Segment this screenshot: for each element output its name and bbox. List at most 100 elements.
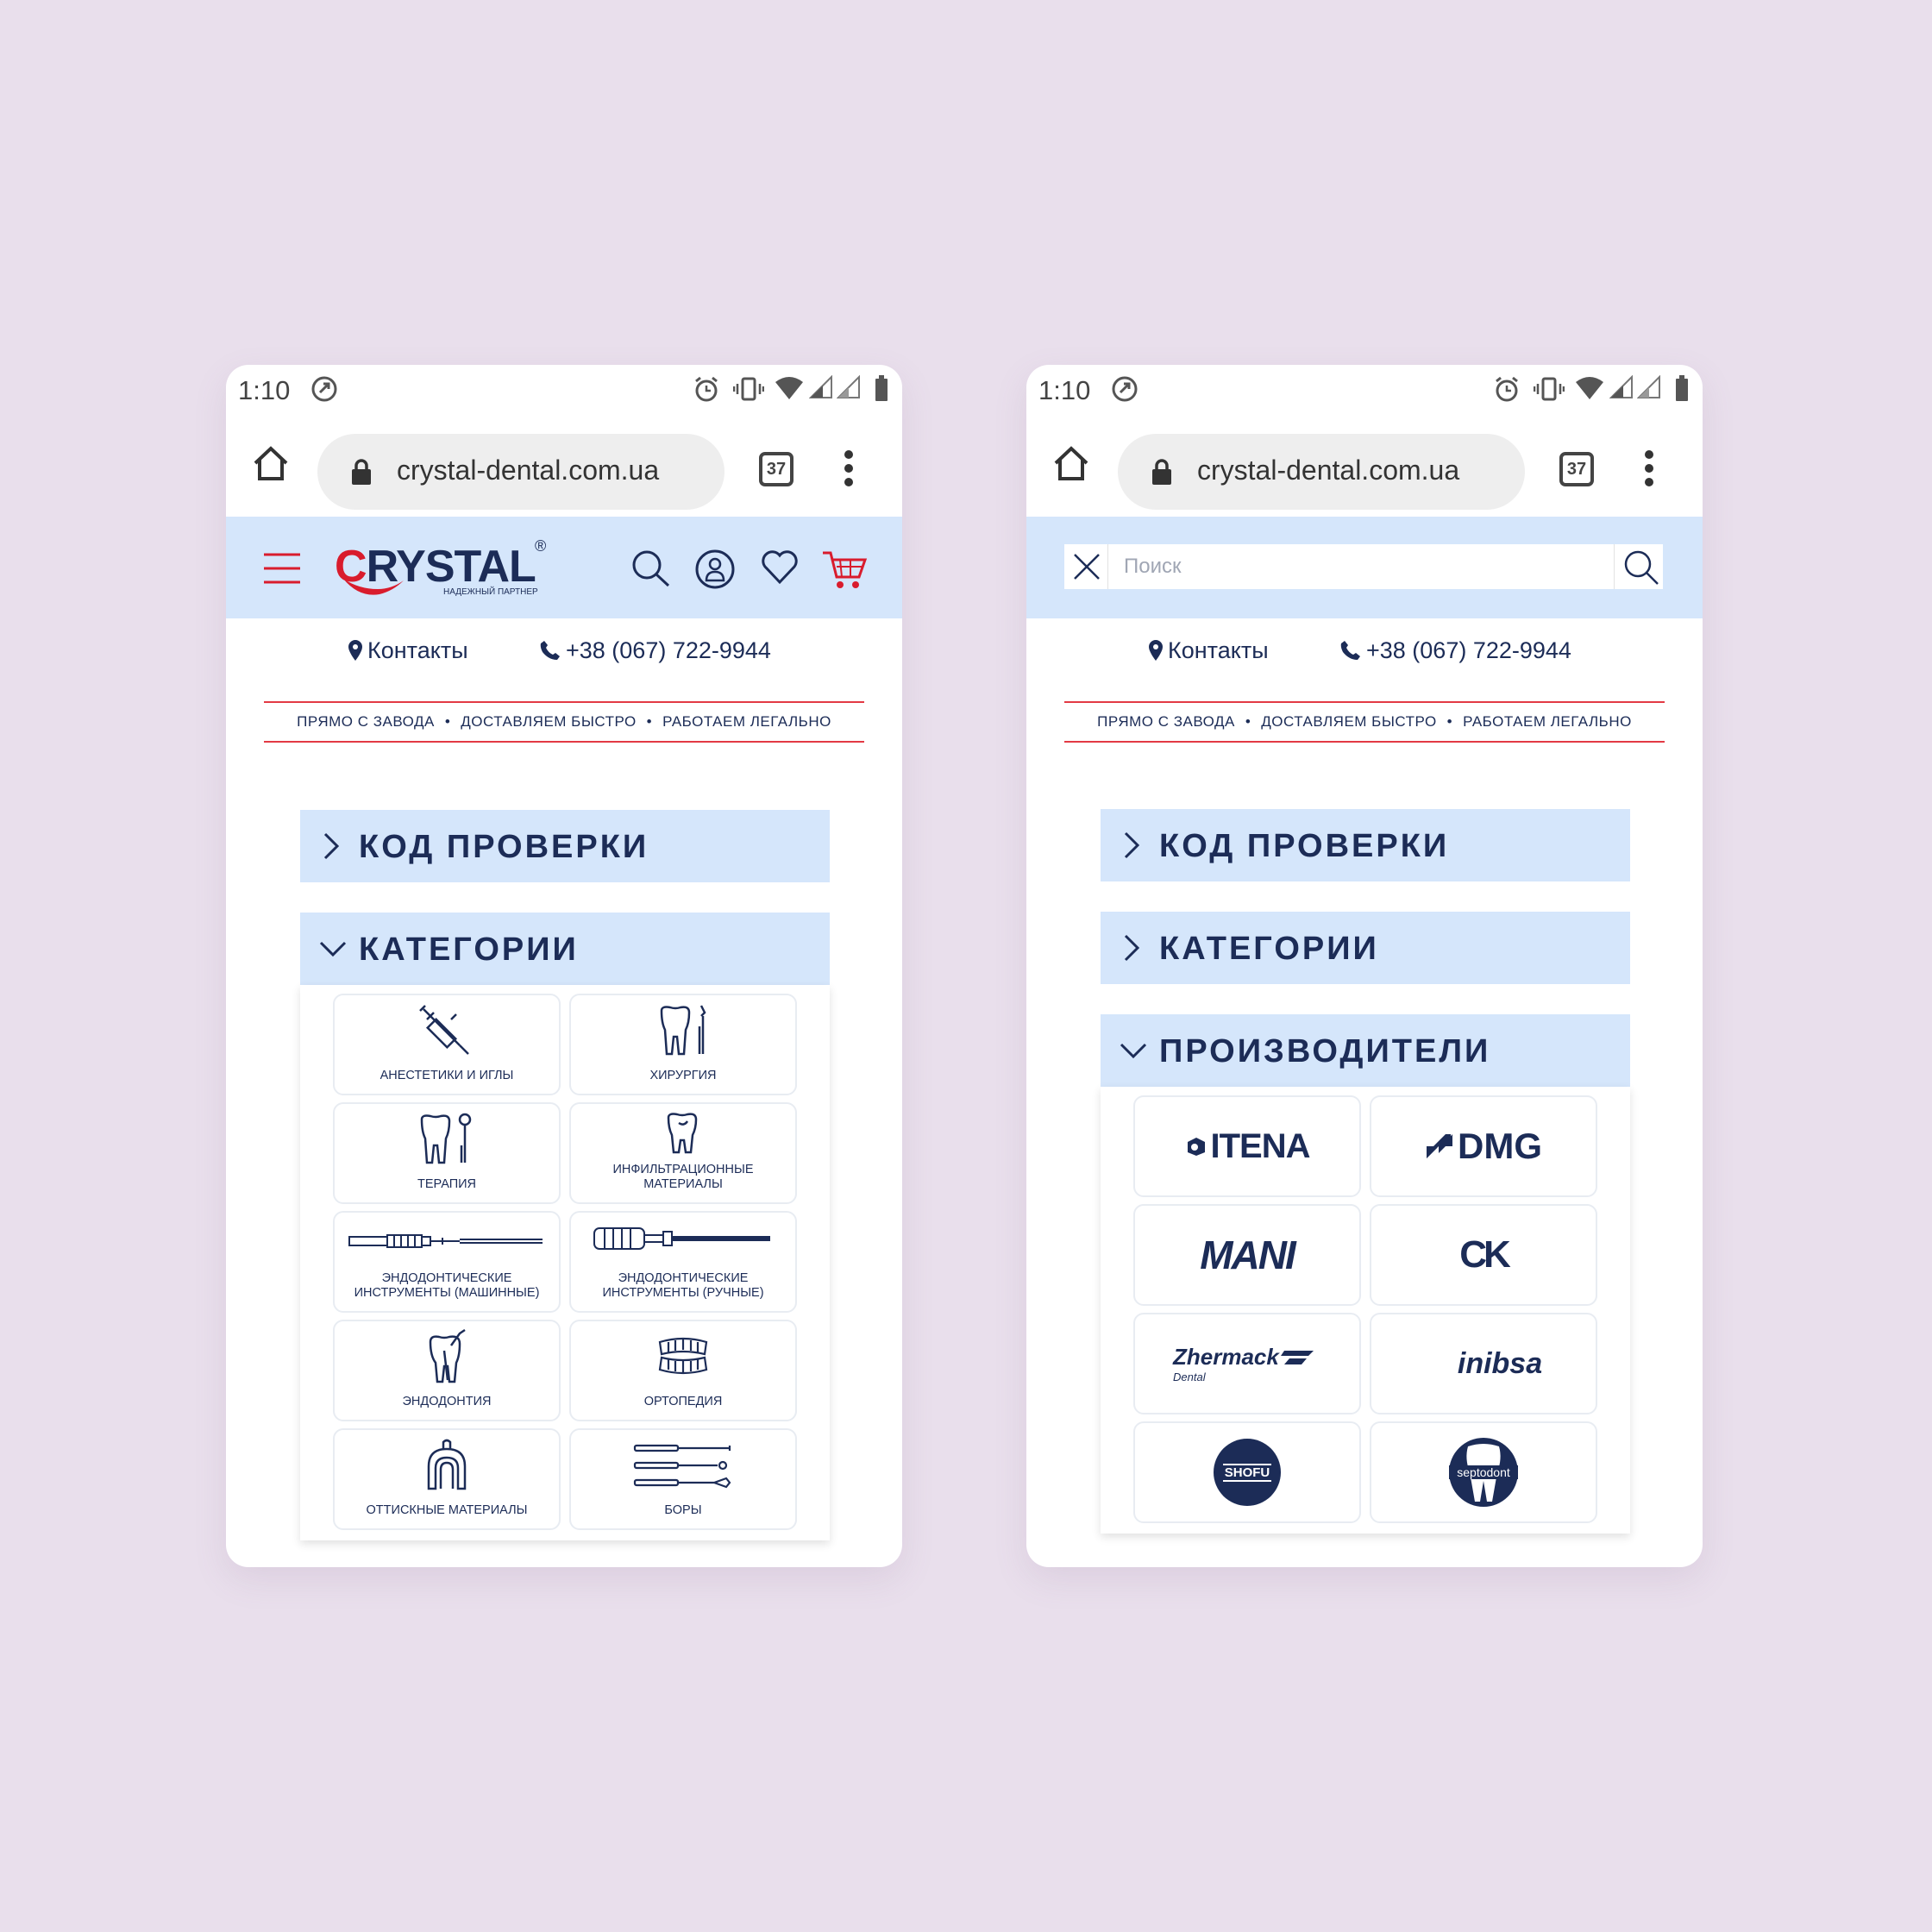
hand-file-icon (593, 1227, 770, 1250)
shofu-logo-circle: SHOFU (1214, 1439, 1281, 1506)
close-icon[interactable] (1071, 551, 1102, 582)
category-therapy[interactable]: ТЕРАПИЯ (333, 1102, 561, 1204)
dentures-icon (658, 1337, 708, 1375)
category-label: ОТТИСКНЫЕ МАТЕРИАЛЫ (366, 1503, 528, 1517)
accordion-code-check[interactable]: КОД ПРОВЕРКИ (300, 810, 830, 882)
cart-icon[interactable] (821, 549, 868, 591)
promo-separator: • (1245, 713, 1251, 730)
category-burs[interactable]: БОРЫ (569, 1428, 797, 1530)
accordion-label: ПРОИЗВОДИТЕЛИ (1159, 1033, 1491, 1070)
tooth-root-icon (429, 1328, 466, 1383)
category-label: ОРТОПЕДИЯ (643, 1395, 723, 1408)
accordion-code-check[interactable]: КОД ПРОВЕРКИ (1101, 809, 1630, 881)
promo-item: ПРЯМО С ЗАВОДА (1097, 713, 1235, 730)
hamburger-menu-icon[interactable] (262, 551, 302, 586)
battery-icon (875, 375, 888, 401)
search-icon[interactable] (1623, 549, 1659, 586)
promo-item: РАБОТАЕМ ЛЕГАЛЬНО (1463, 713, 1632, 730)
brand-dmg[interactable]: DMG (1370, 1095, 1597, 1197)
brand-mani[interactable]: MANI (1133, 1204, 1361, 1306)
logo-registered: ® (535, 537, 547, 555)
zhermack-stripes (1280, 1350, 1314, 1364)
inibsa-logo-mark (1428, 1349, 1444, 1378)
phone-link[interactable]: +38 (067) 722-9944 (1340, 637, 1571, 664)
septodont-logo-circle: septodont (1449, 1438, 1518, 1507)
location-pin-icon (348, 640, 362, 661)
site-header-search (1026, 517, 1703, 618)
tooth-icon (667, 1113, 698, 1154)
site-header: CRYSTAL ® НАДЕЖНЫЙ ПАРТНЕР (226, 517, 902, 618)
address-field[interactable]: crystal-dental.com.ua (1118, 434, 1525, 510)
accordion-label: КОД ПРОВЕРКИ (359, 829, 649, 865)
category-infiltration[interactable]: ИНФИЛЬТРАЦИОННЫЕ МАТЕРИАЛЫ (569, 1102, 797, 1204)
category-impression[interactable]: ОТТИСКНЫЕ МАТЕРИАЛЫ (333, 1428, 561, 1530)
contacts-link[interactable]: Контакты (348, 637, 468, 664)
account-icon[interactable] (695, 549, 735, 589)
accordion-label: КАТЕГОРИИ (359, 932, 579, 968)
browser-url-bar: crystal-dental.com.ua 37 (1026, 425, 1703, 515)
signal-icon (1609, 375, 1633, 398)
accordion-categories[interactable]: КАТЕГОРИИ (1101, 912, 1630, 984)
brand-name: ITENA (1210, 1126, 1311, 1165)
alarm-icon (695, 376, 718, 402)
machine-file-icon (348, 1234, 543, 1248)
category-endo-machine[interactable]: ЭНДОДОНТИЧЕСКИЕ ИНСТРУМЕНТЫ (МАШИННЫЕ) (333, 1211, 561, 1313)
tab-switcher-button[interactable]: 37 (759, 452, 794, 486)
chevron-down-icon (1120, 1043, 1147, 1059)
phone-screen-manufacturers: 1:10 crystal-dental.com.ua 37 Контакты +… (1026, 365, 1703, 1567)
vibrate-icon (1534, 377, 1565, 401)
home-icon[interactable] (1052, 444, 1090, 482)
brand-name: inibsa (1457, 1346, 1543, 1380)
category-anesthetics[interactable]: АНЕСТЕТИКИ И ИГЛЫ (333, 994, 561, 1095)
search-input[interactable] (1107, 544, 1615, 589)
crystal-logo[interactable]: CRYSTAL ® НАДЕЖНЫЙ ПАРТНЕР (335, 537, 559, 601)
location-pin-icon (1149, 640, 1163, 661)
wishlist-heart-icon[interactable] (761, 549, 799, 586)
tab-switcher-button[interactable]: 37 (1559, 452, 1594, 486)
category-orthopedics[interactable]: ОРТОПЕДИЯ (569, 1320, 797, 1421)
brand-itena[interactable]: ITENA (1133, 1095, 1361, 1197)
brand-shofu[interactable]: SHOFU (1133, 1421, 1361, 1523)
brand-name: Zhermack (1173, 1344, 1279, 1370)
chevron-down-icon (319, 941, 347, 957)
brand-name: septodont (1449, 1465, 1518, 1479)
phone-screen-categories: 1:10 crystal-dental.com.ua 37 CRYSTAL ® … (226, 365, 902, 1567)
brand-septodont[interactable]: septodont (1370, 1421, 1597, 1523)
brand-inibsa[interactable]: inibsa (1370, 1313, 1597, 1414)
battery-icon (1676, 375, 1688, 401)
brand-ck[interactable]: CK (1370, 1204, 1597, 1306)
category-label: ЭНДОДОНТИЯ (402, 1395, 492, 1408)
brand-zhermack[interactable]: Zhermack Dental (1133, 1313, 1361, 1414)
contacts-label: Контакты (1168, 637, 1269, 663)
category-label: ИНФИЛЬТРАЦИОННЫЕ (612, 1163, 754, 1176)
search-icon[interactable] (631, 549, 671, 587)
wifi-icon (775, 377, 803, 399)
status-time: 1:10 (238, 375, 291, 405)
category-label-line2: ИНСТРУМЕНТЫ (РУЧНЫЕ) (602, 1286, 764, 1300)
phone-link[interactable]: +38 (067) 722-9944 (540, 637, 771, 664)
lock-icon (352, 459, 371, 485)
url-text: crystal-dental.com.ua (397, 455, 660, 486)
category-endodontics[interactable]: ЭНДОДОНТИЯ (333, 1320, 561, 1421)
phone-icon (540, 641, 560, 660)
accordion-manufacturers[interactable]: ПРОИЗВОДИТЕЛИ (1101, 1014, 1630, 1087)
category-endo-hand[interactable]: ЭНДОДОНТИЧЕСКИЕ ИНСТРУМЕНТЫ (РУЧНЫЕ) (569, 1211, 797, 1313)
tooth-mirror-icon (420, 1113, 472, 1164)
dmg-logo-mark (1427, 1134, 1452, 1158)
call-forward-icon (311, 376, 337, 402)
contacts-link[interactable]: Контакты (1149, 637, 1269, 664)
more-menu-icon[interactable] (844, 449, 854, 487)
signal-icon (809, 375, 832, 398)
promo-item: ДОСТАВЛЯЕМ БЫСТРО (461, 713, 637, 730)
accordion-categories[interactable]: КАТЕГОРИИ (300, 913, 830, 985)
brand-name: SHOFU (1222, 1463, 1272, 1482)
more-menu-icon[interactable] (1644, 449, 1654, 487)
address-field[interactable]: crystal-dental.com.ua (317, 434, 724, 510)
tooth-tool-icon (660, 1005, 706, 1056)
category-surgery[interactable]: ХИРУРГИЯ (569, 994, 797, 1095)
phone-number: +38 (067) 722-9944 (1366, 637, 1571, 663)
home-icon[interactable] (252, 444, 290, 482)
status-time: 1:10 (1038, 375, 1091, 405)
contacts-row: Контакты +38 (067) 722-9944 (226, 637, 902, 672)
status-bar: 1:10 (1026, 365, 1703, 417)
